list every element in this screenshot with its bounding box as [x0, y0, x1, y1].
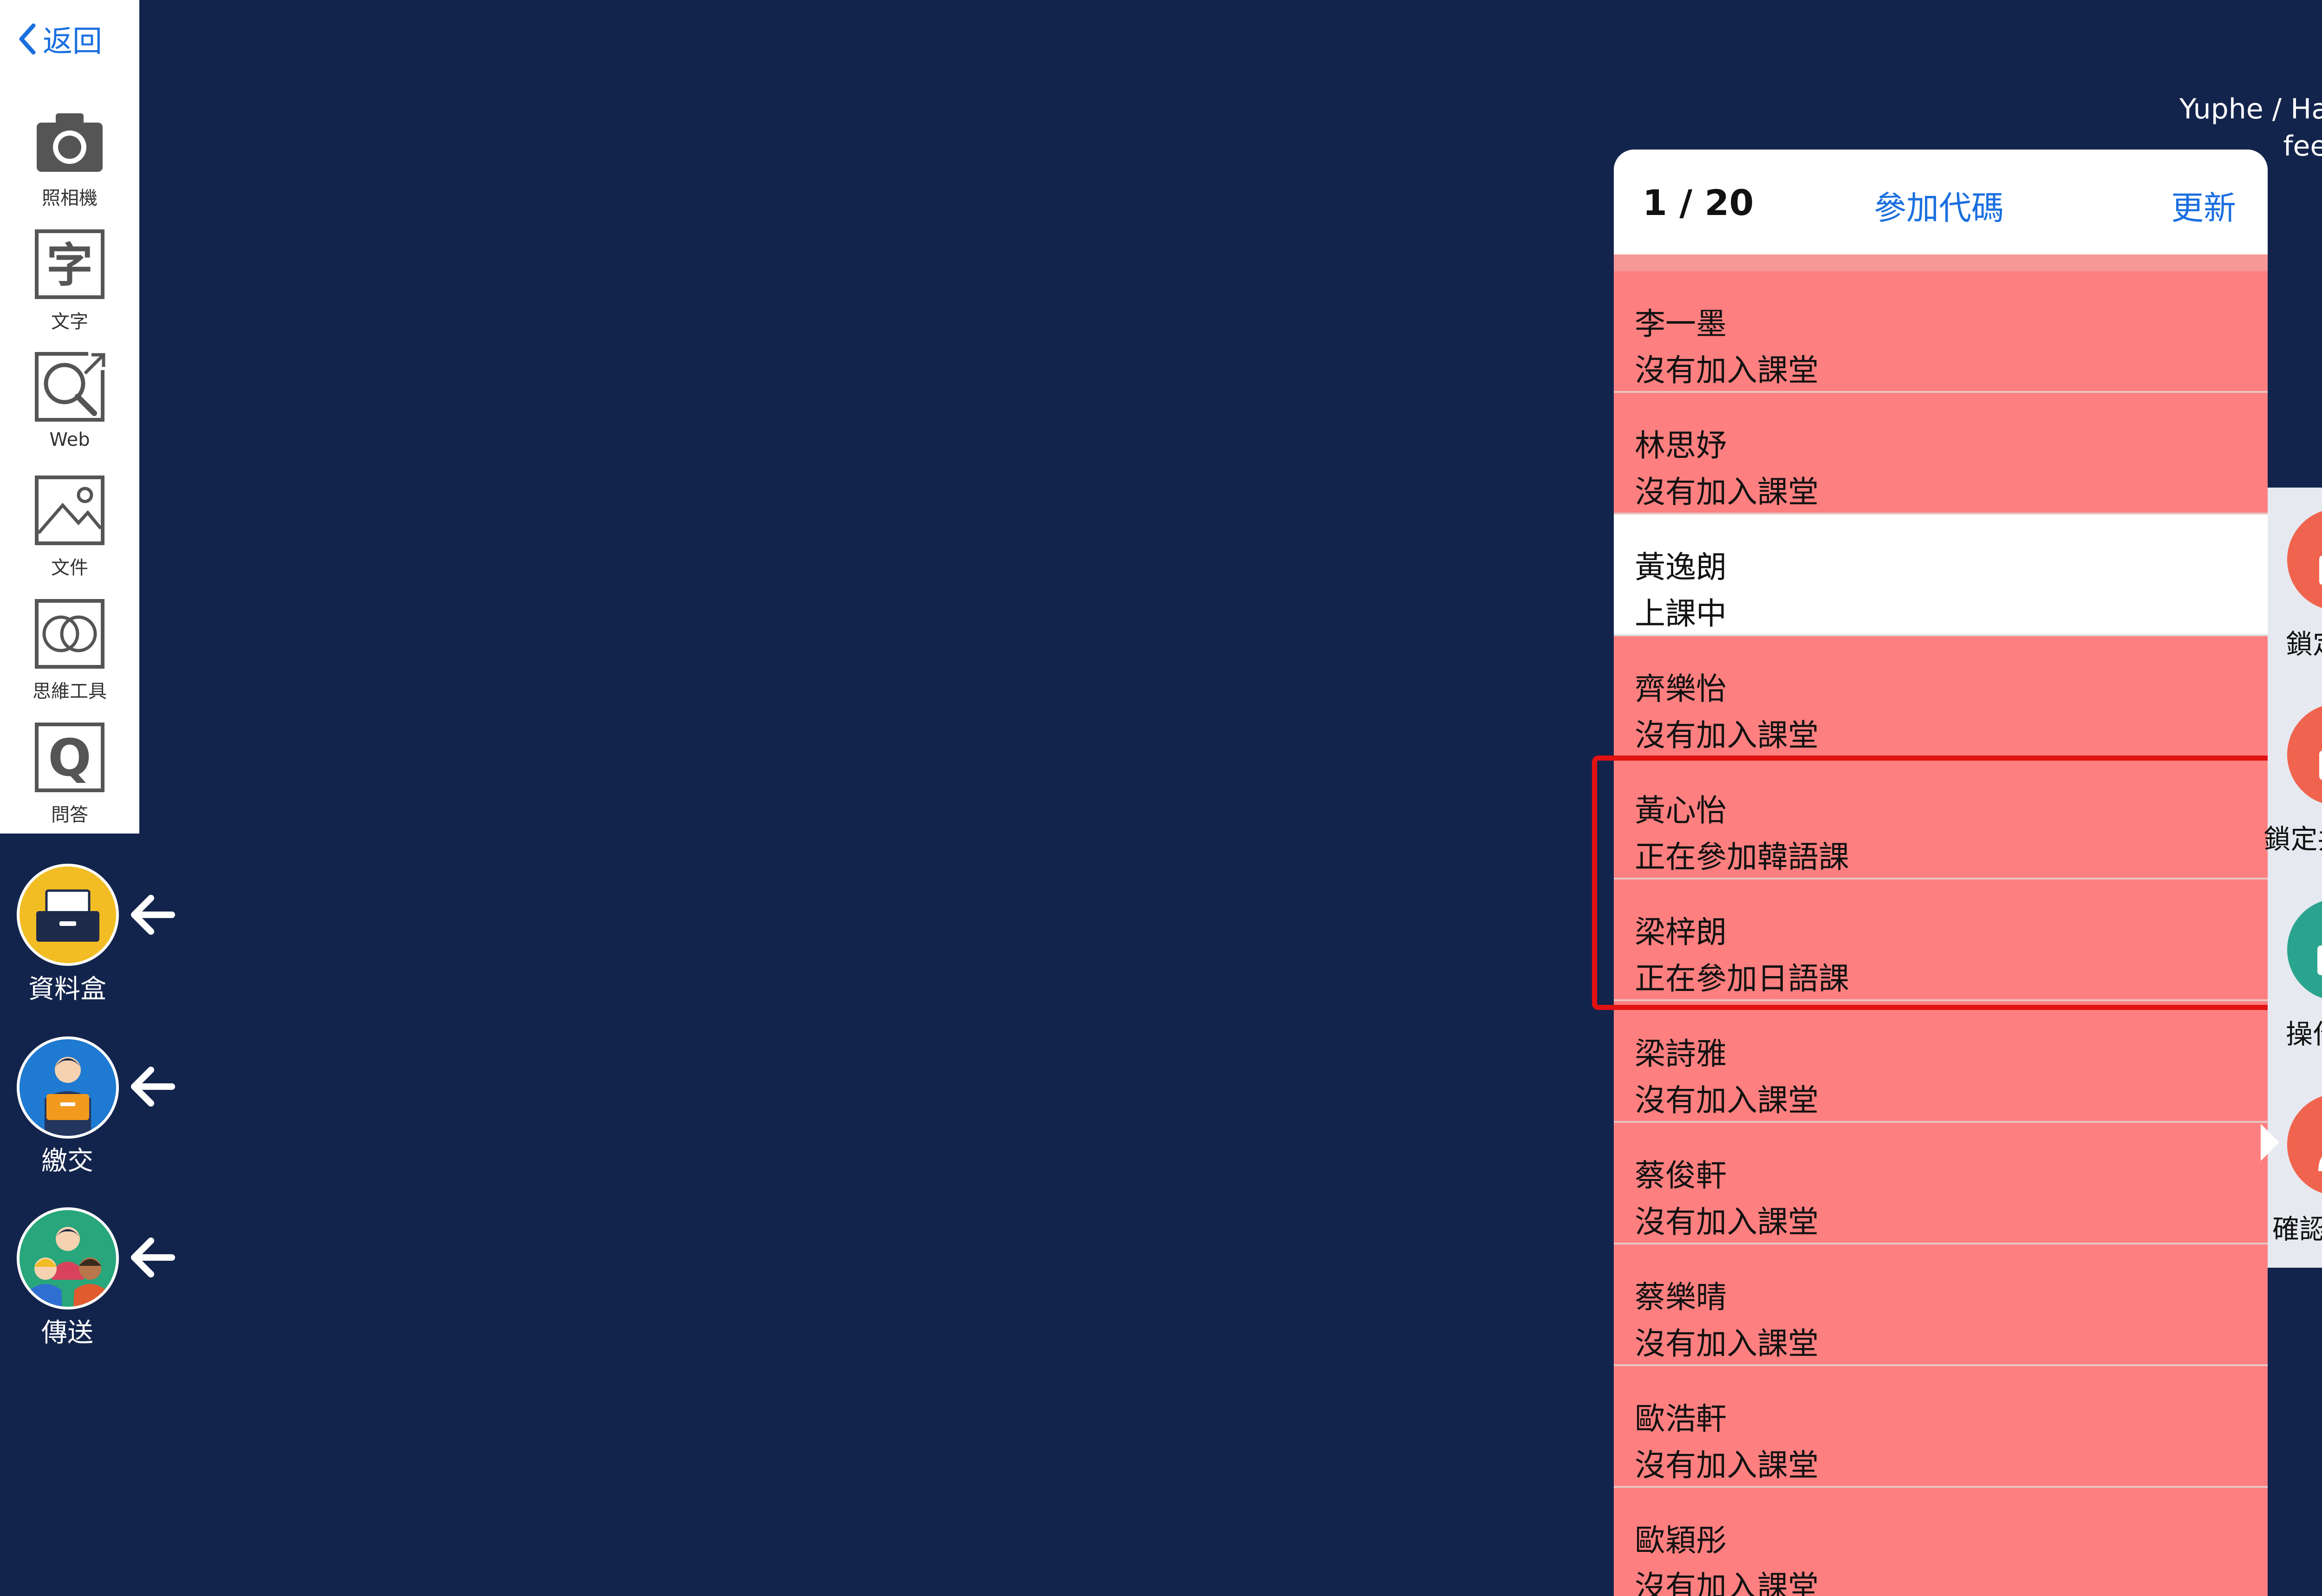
participant-row[interactable]: 歐浩軒 沒有加入課堂 — [1614, 1366, 2268, 1488]
send-label: 傳送 — [41, 1318, 93, 1348]
highlight-box — [1592, 756, 2287, 1010]
arrow-left-icon — [131, 1067, 175, 1107]
participant-name: 李一墨 — [1635, 306, 1727, 342]
participant-name: 林思妤 — [1635, 428, 1727, 463]
lock-shared-notes-label: 鎖定共享筆記 — [2263, 823, 2322, 855]
person-icon — [2318, 1157, 2322, 1171]
participant-row[interactable]: 黃逸朗 上課中 — [1614, 515, 2268, 636]
tool-label: 思維工具 — [33, 681, 107, 702]
arrow-left-icon — [131, 895, 175, 935]
participant-row[interactable]: 蔡樂晴 沒有加入課堂 — [1614, 1244, 2268, 1366]
submit-button[interactable] — [17, 1036, 119, 1139]
participant-name: 歐穎彤 — [1635, 1523, 1727, 1558]
tool-label: 文字 — [51, 311, 88, 332]
participant-name: 歐浩軒 — [1635, 1401, 1727, 1437]
data-box-button[interactable] — [17, 864, 119, 966]
participant-name: 蔡樂晴 — [1635, 1279, 1727, 1315]
participant-row[interactable]: 梁詩雅 沒有加入課堂 — [1614, 1001, 2268, 1123]
join-code-button[interactable]: 參加代碼 — [1874, 182, 2004, 229]
submit-label: 繳交 — [41, 1146, 93, 1176]
lock-icon — [2319, 555, 2322, 585]
operation-lock-label: 操作鎖定 — [2285, 1018, 2322, 1050]
panel-pointer — [2261, 1124, 2279, 1161]
participant-status: 上課中 — [1635, 596, 1727, 632]
unlock-icon — [2317, 945, 2322, 975]
tool-text[interactable]: 字 文字 — [0, 227, 139, 333]
tool-label: 照相機 — [42, 188, 98, 209]
data-box-label: 資料盒 — [28, 974, 106, 1004]
back-button[interactable]: 返回 — [18, 18, 102, 60]
participant-status: 沒有加入課堂 — [1635, 1082, 1819, 1118]
participant-name: 黃逸朗 — [1635, 549, 1727, 585]
participant-name: 梁詩雅 — [1635, 1036, 1727, 1072]
tool-thinking[interactable]: 思維工具 — [0, 596, 139, 703]
tool-qa[interactable]: Q 問答 — [0, 720, 139, 827]
send-button[interactable] — [17, 1207, 119, 1309]
refresh-button[interactable]: 更新 — [2171, 182, 2236, 229]
list-top-divider — [1614, 254, 2268, 271]
lock-icon — [2319, 750, 2322, 780]
participant-status: 沒有加入課堂 — [1635, 1204, 1819, 1240]
participant-status: 沒有加入課堂 — [1635, 1447, 1819, 1483]
back-label: 返回 — [43, 25, 102, 59]
participant-row[interactable]: 歐穎彤 沒有加入課堂 — [1614, 1488, 2268, 1596]
text-icon: 字 — [35, 229, 104, 299]
participant-name: 蔡俊軒 — [1635, 1158, 1727, 1193]
arrow-left-icon — [131, 1238, 175, 1277]
thinking-tool-icon — [35, 599, 104, 669]
participant-status: 沒有加入課堂 — [1635, 1569, 1819, 1596]
web-search-icon — [35, 349, 109, 422]
participant-status: 沒有加入課堂 — [1635, 352, 1819, 388]
participant-row[interactable]: 林思妤 沒有加入課堂 — [1614, 393, 2268, 515]
participant-row[interactable]: 齊樂怡 沒有加入課堂 — [1614, 636, 2268, 758]
participant-status: 沒有加入課堂 — [1635, 717, 1819, 753]
participant-row[interactable]: 蔡俊軒 沒有加入課堂 — [1614, 1123, 2268, 1244]
confirm-participants-label: 確認參加者 — [2272, 1213, 2322, 1245]
camera-icon — [37, 113, 103, 172]
send-icon — [29, 1227, 107, 1307]
participant-count: 1 / 20 — [1643, 182, 1754, 223]
svg-text:字: 字 — [46, 238, 93, 293]
tool-web[interactable]: Web — [0, 349, 139, 450]
tool-label: Web — [49, 429, 90, 450]
tool-camera[interactable]: 照相機 — [0, 103, 139, 210]
data-box-icon — [36, 889, 99, 942]
svg-text:Q: Q — [48, 728, 91, 788]
submit-icon — [45, 1057, 91, 1136]
participant-status: 沒有加入課堂 — [1635, 1326, 1819, 1361]
participant-row[interactable]: 李一墨 沒有加入課堂 — [1614, 271, 2268, 393]
tool-sidebar: 返回 照相機 字 文字 Web 文件 思維工具 Q 問答 — [0, 0, 139, 834]
tool-label: 問答 — [51, 804, 88, 826]
tool-label: 文件 — [51, 557, 88, 579]
qa-icon: Q — [35, 723, 104, 792]
panel-header: 1 / 20 參加代碼 更新 — [1614, 150, 2268, 254]
chevron-left-icon — [19, 23, 36, 55]
participant-status: 沒有加入課堂 — [1635, 474, 1819, 510]
participant-name: 齊樂怡 — [1635, 671, 1727, 707]
image-icon — [35, 476, 104, 545]
user-name-line1: Yuphe / Hant WS — [2179, 93, 2322, 125]
lock-send-label: 鎖定傳送 — [2285, 628, 2322, 660]
tool-document[interactable]: 文件 — [0, 473, 139, 580]
